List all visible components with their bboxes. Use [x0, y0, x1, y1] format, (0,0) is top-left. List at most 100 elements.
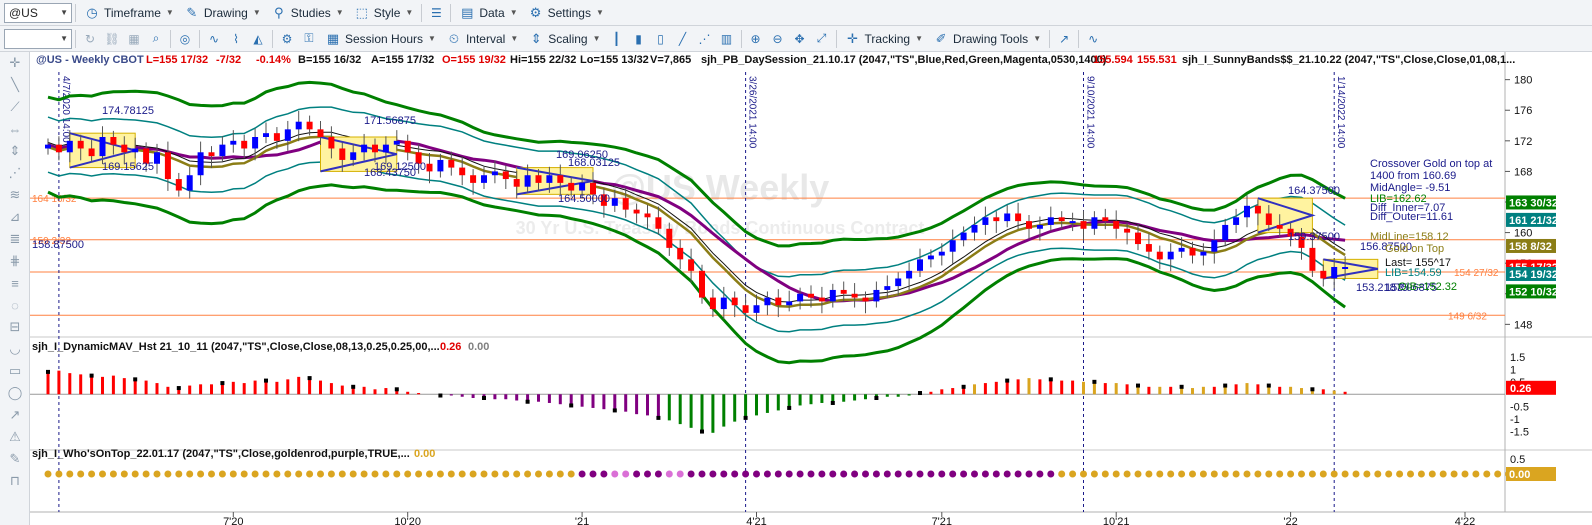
time-tick-label: '21	[575, 516, 589, 525]
whos-on-top-dot	[883, 470, 891, 478]
candle-hollow-icon[interactable]: ▯	[652, 30, 670, 48]
chart-area-icon[interactable]: ◭	[249, 30, 267, 48]
chevron-down-icon[interactable]: ▼	[60, 8, 68, 17]
whos-on-top-dot	[1167, 470, 1175, 478]
grid-icon[interactable]: ▦	[125, 30, 143, 48]
whos-on-top-dot	[971, 470, 978, 478]
interval-button[interactable]: ⏲ Interval ▼	[441, 28, 523, 50]
histogram-marker	[264, 378, 268, 383]
rectangle-icon[interactable]: ▭	[0, 360, 30, 382]
studies-label: Studies	[290, 5, 331, 20]
interval-input[interactable]: ▼	[4, 28, 72, 49]
ruler-icon[interactable]: ⊟	[0, 316, 30, 338]
candle-body	[317, 129, 324, 137]
format-icon[interactable]: ⚿	[300, 30, 318, 48]
zoom-out-icon[interactable]: ⊖	[769, 30, 787, 48]
session-hours-button[interactable]: ▦ Session Hours ▼	[320, 28, 441, 50]
dot-chart-icon[interactable]: ⋰	[696, 30, 714, 48]
whos-on-top-dot	[382, 470, 390, 478]
whos-on-top-dot	[796, 470, 804, 478]
info-lib-lower: LIB=154.59	[1385, 267, 1442, 279]
line-chart-icon[interactable]: ╱	[674, 30, 692, 48]
text-icon[interactable]: ≡	[0, 272, 30, 294]
subpanel2-label: sjh_I_Who'sOnTop_22.01.17 (2047,"TS",Clo…	[32, 448, 410, 460]
header-volume: V=7,865	[650, 54, 691, 66]
line-tool-icon[interactable]: ⟋	[0, 96, 30, 118]
candle-body	[241, 140, 248, 149]
channel-icon[interactable]: ⋰	[0, 162, 30, 184]
expand-icon[interactable]: ⤢	[813, 30, 831, 48]
symbol-input[interactable]: @US ▼	[4, 2, 72, 23]
whos-on-top-dot	[327, 470, 335, 478]
drawing-button[interactable]: ✎ Drawing ▼	[179, 2, 266, 24]
whos-on-top-dot	[949, 470, 957, 478]
whos-on-top-dot	[1014, 470, 1022, 478]
whos-on-top-dot	[905, 470, 913, 478]
arc-icon[interactable]: ◡	[0, 338, 30, 360]
hash-icon[interactable]: ⋕	[0, 250, 30, 272]
pan-icon[interactable]: ✥	[791, 30, 809, 48]
trend-icon[interactable]: ↗	[1055, 30, 1073, 48]
candle-body	[1124, 228, 1131, 233]
drawing-tools-button[interactable]: ✐ Drawing Tools ▼	[928, 28, 1046, 50]
scaling-button[interactable]: ⇕ Scaling ▼	[523, 28, 605, 50]
candle-body	[971, 224, 978, 233]
timeframe-button[interactable]: ◷ Timeframe ▼	[79, 2, 179, 24]
calendar-icon: ▦	[326, 30, 340, 46]
wave-icon[interactable]: ∿	[205, 30, 223, 48]
refresh-icon[interactable]: ↻	[81, 30, 99, 48]
time-tick-label: 10'21	[1103, 516, 1130, 525]
style-button[interactable]: ⬚ Style ▼	[349, 2, 419, 24]
gann-icon[interactable]: ≣	[0, 228, 30, 250]
chevron-down-icon: ▼	[595, 8, 604, 17]
zoom-icon[interactable]: ⌕	[147, 30, 165, 48]
whos-on-top-dot	[1330, 470, 1338, 478]
chart-line-icon[interactable]: ⌇	[227, 30, 245, 48]
arrow-icon[interactable]: ↗	[0, 404, 30, 426]
candle-body	[1254, 205, 1261, 214]
whos-on-top-dot	[317, 470, 324, 478]
candle-body	[764, 297, 771, 306]
alert-icon[interactable]: ⚠	[0, 426, 30, 448]
candle-body	[1058, 217, 1065, 222]
candle-body	[1265, 213, 1272, 225]
cycle-icon[interactable]: ◌	[0, 294, 30, 316]
indicator-icon[interactable]: ∿	[1084, 30, 1102, 48]
zoom-in-icon[interactable]: ⊕	[747, 30, 765, 48]
secondary-toolbar: ▼ ↻ ⛓ ▦ ⌕ ◎ ∿ ⌇ ◭ ⚙ ⚿ ▦ Session Hours ▼ …	[0, 26, 1592, 52]
compass-icon[interactable]: ◎	[176, 30, 194, 48]
andrews-icon[interactable]: ⊿	[0, 206, 30, 228]
whos-on-top-dot	[1308, 470, 1316, 478]
candle-body	[1320, 270, 1327, 279]
bars-icon[interactable]: ▥	[718, 30, 736, 48]
whos-on-top-dot	[1036, 470, 1044, 478]
options-icon[interactable]: ⚙	[278, 30, 296, 48]
candle-chart-icon[interactable]: ▮	[630, 30, 648, 48]
eraser-icon[interactable]: ✎	[0, 448, 30, 470]
layout-icon[interactable]: ☰	[427, 4, 445, 22]
settings-button[interactable]: ⚙ Settings ▼	[523, 2, 609, 24]
bar-chart-icon[interactable]: ┃	[608, 30, 626, 48]
info-midline: MidLine=158.12	[1370, 231, 1449, 243]
cursor-icon[interactable]: ✛	[0, 52, 30, 74]
trendline-icon[interactable]: ╲	[0, 74, 30, 96]
whos-on-top-dot	[622, 470, 630, 478]
whos-on-top-dot	[229, 470, 237, 478]
fibonacci-icon[interactable]: ≋	[0, 184, 30, 206]
chart-canvas[interactable]: @US Weekly 30 Yr U.S. Treasury Bonds Con…	[30, 52, 1592, 525]
candle-body	[666, 228, 673, 248]
whos-on-top-dot	[927, 470, 935, 478]
magnet-icon[interactable]: ⊓	[0, 470, 30, 492]
studies-button[interactable]: ⚲ Studies ▼	[266, 2, 349, 24]
whos-on-top-dot	[1210, 470, 1218, 478]
price-badge-label: 152 10/32	[1509, 286, 1558, 298]
vertical-line-icon[interactable]: ⇕	[0, 140, 30, 162]
data-button[interactable]: ▤ Data ▼	[454, 2, 522, 24]
tracking-button[interactable]: ✛ Tracking ▼	[840, 28, 929, 50]
whos-on-top-dot	[578, 470, 586, 478]
horizontal-line-icon[interactable]: ⇔	[0, 118, 30, 140]
chevron-down-icon[interactable]: ▼	[60, 34, 68, 43]
whos-on-top-dot	[1287, 470, 1295, 478]
link-icon[interactable]: ⛓	[103, 30, 121, 48]
ellipse-icon[interactable]: ◯	[0, 382, 30, 404]
